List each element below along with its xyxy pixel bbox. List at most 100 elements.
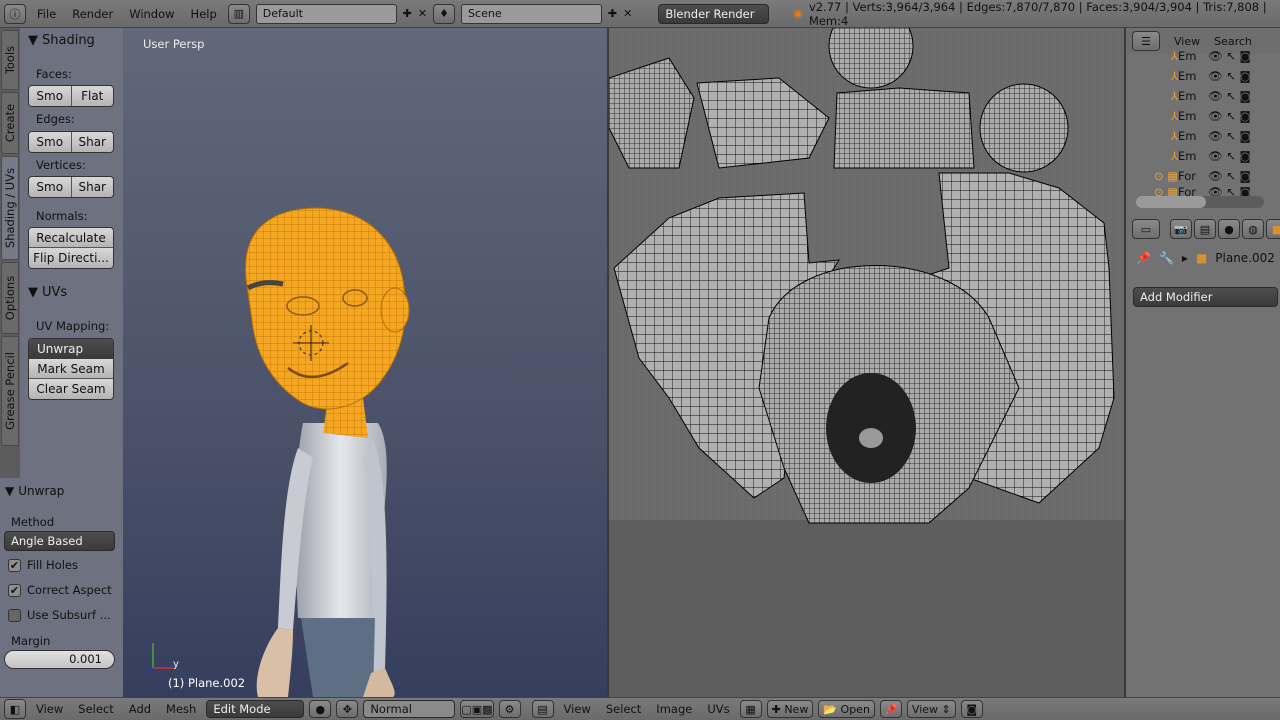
unwrap-menu[interactable]: Unwrap	[29, 339, 113, 359]
object-tab-icon[interactable]: ■	[1266, 219, 1280, 239]
outliner-item[interactable]: ⅄ Em 👁 ↖ ◙	[1126, 46, 1280, 66]
faces-label: Faces:	[36, 67, 72, 81]
tool-shelf: ▼ Shading Faces: Smo Flat Edges: Smo Shar V…	[20, 28, 123, 478]
uvs-header[interactable]: ▼ UVs	[28, 285, 67, 300]
uv-menu-image[interactable]: Image	[651, 702, 697, 716]
uv-editor[interactable]	[609, 28, 1125, 697]
outliner-item[interactable]: ⅄ Em 👁 ↖ ◙	[1126, 146, 1280, 166]
outliner-item[interactable]: ⅄ Em 👁 ↖ ◙	[1126, 86, 1280, 106]
outliner-hscrollbar[interactable]	[1136, 196, 1264, 208]
tab-grease-pencil[interactable]: Grease Pencil	[1, 336, 19, 446]
top-header: ⓘ File Render Window Help ▥ Default ✚ ✕ ♦…	[0, 0, 1280, 28]
remove-layout-icon[interactable]: ✕	[418, 7, 427, 20]
edges-label: Edges:	[36, 112, 75, 126]
edges-sharp-button[interactable]: Shar	[71, 132, 113, 152]
tab-options[interactable]: Options	[1, 262, 19, 334]
new-image-button[interactable]: ✚ New	[766, 700, 814, 718]
select-mode-icons[interactable]: ▢▣▩	[460, 700, 494, 718]
uv-layout	[609, 28, 1125, 524]
scene-tab-icon[interactable]: ●	[1218, 219, 1240, 239]
add-scene-icon[interactable]: ✚	[608, 7, 617, 20]
correct-aspect-checkbox[interactable]: ✔ Correct Aspect	[8, 583, 112, 597]
scene-stats: v2.77 | Verts:3,964/3,964 | Edges:7,870/…	[808, 0, 1267, 28]
add-modifier-select[interactable]: Add Modifier	[1133, 287, 1278, 307]
shading-header[interactable]: ▼ Shading	[28, 33, 95, 48]
bottom-headers: ◧ View Select Add Mesh Edit Mode ● ✥ Nor…	[0, 697, 1280, 720]
method-label: Method	[11, 515, 55, 529]
vertices-sharp-button[interactable]: Shar	[71, 177, 113, 197]
edges-smooth-button[interactable]: Smo	[29, 132, 72, 152]
render-engine-select[interactable]: Blender Render	[658, 3, 770, 24]
uv-view-mode-select[interactable]: View ⇕	[906, 700, 956, 718]
fill-holes-checkbox[interactable]: ✔ Fill Holes	[8, 558, 78, 572]
world-tab-icon[interactable]: ◍	[1242, 219, 1264, 239]
menu-help[interactable]: Help	[186, 7, 222, 21]
uv-pin-icon[interactable]: 📌	[879, 700, 902, 718]
character-model	[146, 207, 410, 697]
uv-menu-uvs[interactable]: UVs	[702, 702, 734, 716]
clear-seam-button[interactable]: Clear Seam	[29, 379, 113, 399]
vertices-smooth-button[interactable]: Smo	[29, 177, 72, 197]
3d-editor-type-icon[interactable]: ◧	[4, 699, 26, 719]
normals-label: Normals:	[36, 209, 88, 223]
vertices-label: Vertices:	[36, 158, 86, 172]
outliner-item[interactable]: ⊙ ▦ For 👁 ↖ ◙	[1126, 166, 1280, 186]
modifier-icon: 🔧	[1158, 251, 1174, 265]
faces-smooth-button[interactable]: Smo	[29, 86, 72, 106]
tab-create[interactable]: Create	[1, 92, 19, 154]
unwrap-header[interactable]: ▼ Unwrap	[5, 484, 64, 498]
3d-menu-view[interactable]: View	[31, 702, 68, 716]
outliner-item[interactable]: ⅄ Em 👁 ↖ ◙	[1126, 126, 1280, 146]
outliner-item[interactable]: ⅄ Em 👁 ↖ ◙	[1126, 66, 1280, 86]
pin-icon[interactable]: 📌	[1136, 251, 1151, 265]
scene-icon[interactable]: ♦	[433, 3, 456, 24]
properties-editor: ▭ 📷 ▤ ● ◍ ■ 📌 🔧 ▸ ■ Plane.002 Add Modifier	[1126, 213, 1280, 697]
tool-tabs: Tools Create Shading / UVs Options Greas…	[0, 28, 20, 478]
3d-menu-select[interactable]: Select	[73, 702, 118, 716]
object-icon: ■	[1195, 251, 1208, 265]
menu-window[interactable]: Window	[124, 7, 179, 21]
unwrap-operator-panel: ▼ Unwrap Method Angle Based ✔ Fill Holes ✔…	[0, 478, 123, 697]
layout-field[interactable]: Default	[255, 3, 397, 24]
properties-editor-icon[interactable]: ▭	[1132, 219, 1160, 239]
3d-menu-add[interactable]: Add	[124, 702, 156, 716]
mode-select[interactable]: Edit Mode	[206, 700, 305, 718]
orientation-select[interactable]: Normal	[363, 700, 456, 718]
open-image-button[interactable]: 📂 Open	[818, 700, 875, 718]
flip-direction-button[interactable]: Flip Directi...	[29, 248, 113, 268]
render-tab-icon[interactable]: 📷	[1170, 219, 1192, 239]
add-layout-icon[interactable]: ✚	[403, 7, 412, 20]
margin-label: Margin	[11, 634, 51, 648]
3d-viewport[interactable]: User Persp y (1) Plane.002	[123, 28, 607, 697]
use-subsurf-checkbox[interactable]: Use Subsurf ...	[8, 608, 111, 622]
margin-field[interactable]: 0.001	[4, 650, 115, 669]
uv-sync-icon[interactable]: ◙	[960, 700, 983, 718]
object-name: Plane.002	[1215, 251, 1275, 265]
layout-icon[interactable]: ▥	[227, 3, 250, 24]
outliner-item[interactable]: ⅄ Em 👁 ↖ ◙	[1126, 106, 1280, 126]
tab-shading-uvs[interactable]: Shading / UVs	[1, 156, 19, 260]
scene-field[interactable]: Scene	[461, 3, 602, 24]
menu-file[interactable]: File	[32, 7, 61, 21]
axis-y-label: y	[173, 659, 179, 670]
tab-tools[interactable]: Tools	[1, 30, 19, 90]
occlude-icon[interactable]: ⚙	[498, 700, 521, 718]
remove-scene-icon[interactable]: ✕	[623, 7, 632, 20]
active-object-label: (1) Plane.002	[168, 676, 246, 690]
mark-seam-button[interactable]: Mark Seam	[29, 359, 113, 379]
faces-flat-button[interactable]: Flat	[71, 86, 113, 106]
layers-tab-icon[interactable]: ▤	[1194, 219, 1216, 239]
menu-render[interactable]: Render	[67, 7, 118, 21]
3d-menu-mesh[interactable]: Mesh	[161, 702, 201, 716]
image-browse-icon[interactable]: ▦	[739, 700, 762, 718]
pivot-icon[interactable]: ✥	[336, 700, 359, 718]
uv-menu-view[interactable]: View	[559, 702, 596, 716]
recalculate-button[interactable]: Recalculate	[29, 228, 113, 248]
uv-mapping-label: UV Mapping:	[36, 319, 110, 333]
uv-menu-select[interactable]: Select	[601, 702, 646, 716]
shading-mode-icon[interactable]: ●	[309, 700, 332, 718]
outliner: ☰ View Search ⅄ Em 👁 ↖ ◙ ⅄ Em 👁 ↖ ◙ ⅄ Em 👁 ↖ ◙…	[1126, 28, 1280, 213]
method-select[interactable]: Angle Based	[4, 531, 115, 551]
editor-type-info-icon[interactable]: ⓘ	[4, 3, 26, 24]
uv-editor-type-icon[interactable]: ▤	[531, 700, 554, 718]
